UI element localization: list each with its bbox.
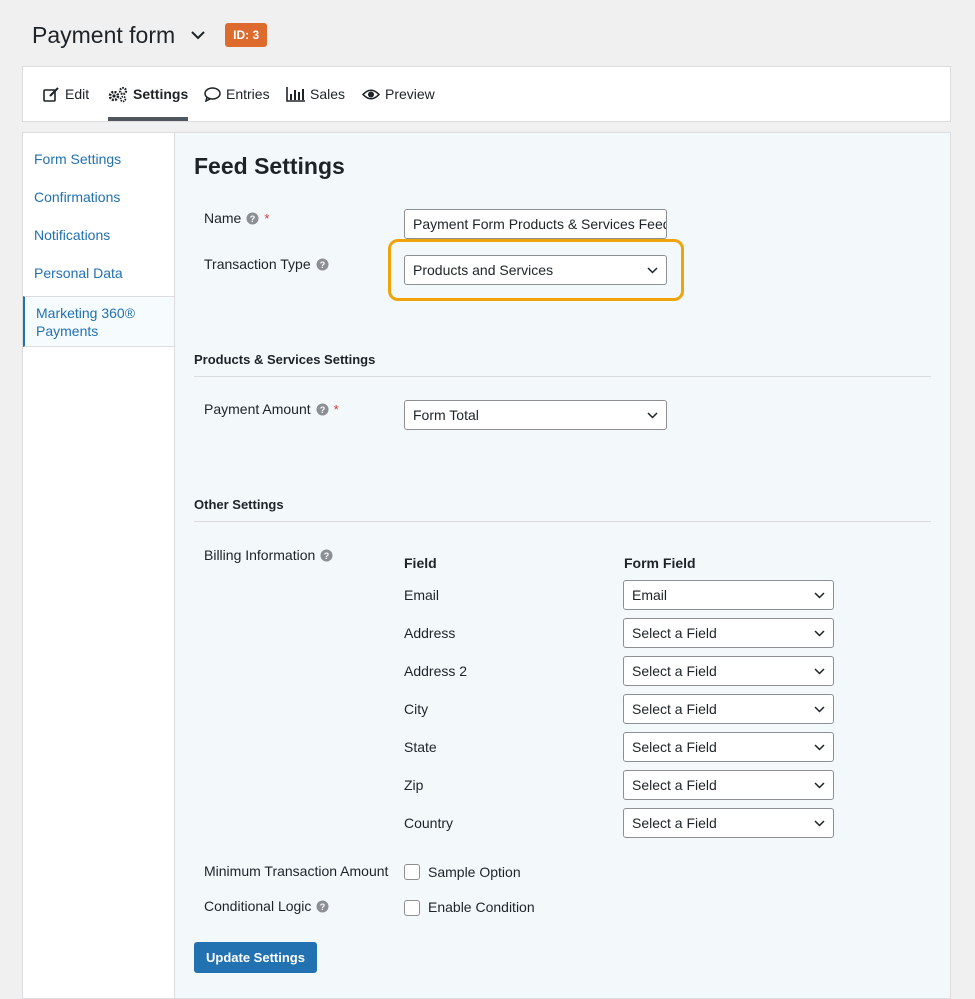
select-value: Select a Field [632, 777, 717, 793]
conditional-logic-label: Conditional Logic [204, 898, 312, 914]
required-marker: * [333, 401, 339, 417]
payment-amount-label: Payment Amount [204, 401, 311, 417]
chevron-down-icon [814, 629, 825, 637]
tab-edit[interactable]: Edit [43, 67, 89, 121]
select-value: Select a Field [632, 663, 717, 679]
tab-edit-label: Edit [65, 86, 90, 102]
chart-bars-icon [286, 86, 305, 102]
help-icon[interactable]: ? [316, 900, 329, 913]
form-field-column-header: Form Field [624, 555, 696, 571]
address-2-field-select[interactable]: Select a Field [623, 656, 834, 686]
settings-sidebar: Form Settings Confirmations Notification… [22, 132, 175, 999]
select-value: Select a Field [632, 815, 717, 831]
country-field-select[interactable]: Select a Field [623, 808, 834, 838]
billing-row-label: State [404, 739, 437, 755]
tab-entries[interactable]: Entries [204, 67, 270, 121]
chevron-down-icon [814, 667, 825, 675]
feed-settings-panel: Feed Settings Name ? * Payment Form Prod… [174, 132, 951, 999]
email-field-select[interactable]: Email [623, 580, 834, 610]
tab-sales[interactable]: Sales [286, 67, 345, 121]
chevron-down-icon [814, 781, 825, 789]
conditional-logic-label-row: Conditional Logic ? [204, 898, 329, 914]
tab-entries-label: Entries [226, 86, 270, 102]
sidebar-item-form-settings[interactable]: Form Settings [23, 151, 175, 167]
chevron-down-icon [647, 411, 658, 419]
sidebar-item-notifications[interactable]: Notifications [23, 227, 175, 243]
help-icon[interactable]: ? [246, 212, 259, 225]
sample-option-checkbox[interactable] [404, 864, 420, 880]
chevron-down-icon[interactable] [189, 26, 207, 44]
page-header: Payment form ID: 3 [32, 18, 268, 52]
tab-preview[interactable]: Preview [362, 67, 435, 121]
select-value: Select a Field [632, 701, 717, 717]
sidebar-item-marketing-360-payments[interactable]: Marketing 360® Payments [23, 296, 175, 347]
edit-icon [43, 86, 60, 102]
chevron-down-icon [814, 819, 825, 827]
required-marker: * [264, 210, 270, 226]
enable-condition-checkbox[interactable] [404, 900, 420, 916]
select-value: Email [632, 587, 668, 603]
min-transaction-label: Minimum Transaction Amount [204, 863, 389, 879]
payment-amount-value: Form Total [413, 407, 479, 423]
tab-settings-label: Settings [133, 86, 189, 102]
name-label-row: Name ? * [204, 210, 269, 226]
chevron-down-icon [814, 743, 825, 751]
billing-row-label: Address 2 [404, 663, 468, 679]
tab-sales-label: Sales [310, 86, 346, 102]
transaction-type-label-row: Transaction Type ? [204, 256, 329, 272]
payment-amount-label-row: Payment Amount ? * [204, 401, 339, 417]
svg-text:?: ? [319, 405, 325, 415]
tab-settings[interactable]: Settings [108, 67, 189, 121]
billing-row-label: Address [404, 625, 456, 641]
billing-row-label: City [404, 701, 429, 717]
sidebar-item-confirmations[interactable]: Confirmations [23, 189, 175, 205]
form-id-badge: ID: 3 [225, 23, 268, 47]
enable-condition-label: Enable Condition [428, 899, 535, 915]
gears-icon [108, 86, 128, 103]
transaction-type-select[interactable]: Products and Services [404, 255, 667, 285]
help-icon[interactable]: ? [320, 549, 333, 562]
feed-name-input[interactable]: Payment Form Products & Services Feed [404, 209, 667, 239]
help-icon[interactable]: ? [316, 258, 329, 271]
chevron-down-icon [647, 266, 658, 274]
eye-icon [362, 88, 380, 101]
transaction-type-value: Products and Services [413, 262, 554, 278]
zip-field-select[interactable]: Select a Field [623, 770, 834, 800]
sample-option-label: Sample Option [428, 864, 521, 880]
billing-row-label: Country [404, 815, 454, 831]
sidebar-item-personal-data[interactable]: Personal Data [23, 265, 175, 281]
page-title: Feed Settings [194, 153, 345, 179]
update-settings-button[interactable]: Update Settings [194, 942, 317, 973]
billing-information-label-row: Billing Information ? [204, 547, 333, 563]
address-field-select[interactable]: Select a Field [623, 618, 834, 648]
billing-row-label: Zip [404, 777, 424, 793]
svg-text:?: ? [320, 902, 326, 912]
name-label: Name [204, 210, 242, 226]
chevron-down-icon [814, 591, 825, 599]
comment-icon [204, 86, 221, 102]
field-column-header: Field [404, 555, 437, 571]
select-value: Select a Field [632, 739, 717, 755]
products-services-heading: Products & Services Settings [194, 352, 931, 377]
form-tabs-bar: Edit Settings Entries Sales Preview [22, 66, 951, 122]
tab-preview-label: Preview [385, 86, 435, 102]
help-icon[interactable]: ? [316, 403, 329, 416]
state-field-select[interactable]: Select a Field [623, 732, 834, 762]
city-field-select[interactable]: Select a Field [623, 694, 834, 724]
svg-text:?: ? [324, 551, 330, 561]
svg-text:?: ? [319, 260, 325, 270]
billing-row-label: Email [404, 587, 440, 603]
select-value: Select a Field [632, 625, 717, 641]
chevron-down-icon [814, 705, 825, 713]
svg-text:?: ? [250, 214, 256, 224]
billing-information-label: Billing Information [204, 547, 316, 563]
other-settings-heading: Other Settings [194, 497, 931, 522]
transaction-type-label: Transaction Type [204, 256, 311, 272]
payment-amount-select[interactable]: Form Total [404, 400, 667, 430]
form-title: Payment form [32, 21, 176, 48]
